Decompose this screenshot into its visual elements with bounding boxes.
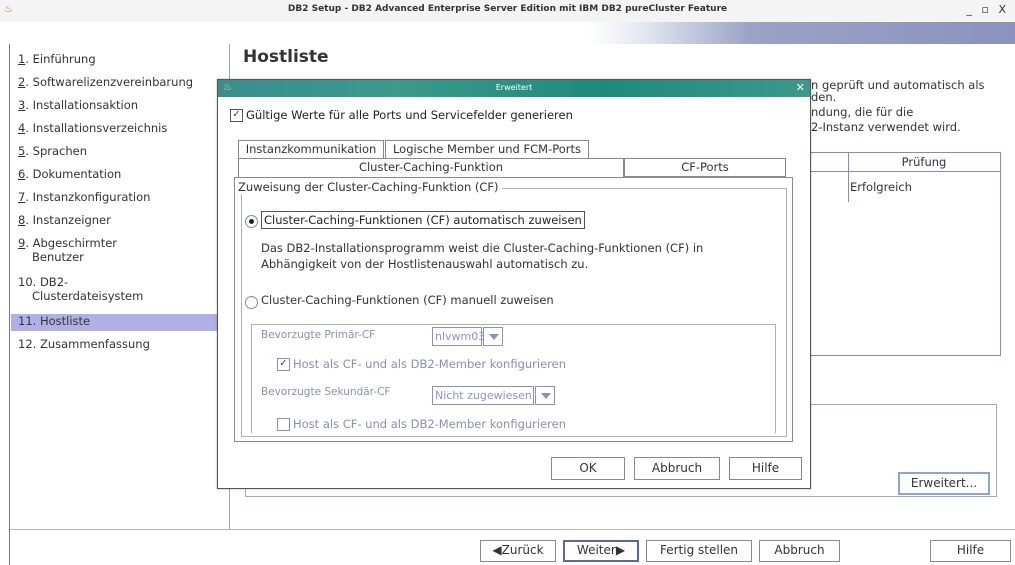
cancel-button[interactable]: Abbruch — [759, 540, 840, 562]
generate-ports-checkbox[interactable]: ✓ — [230, 109, 243, 122]
primary-member-label: Host als CF- und als DB2-Member konfigur… — [293, 357, 567, 371]
back-button[interactable]: ◀Zurück — [480, 540, 556, 562]
tab-content-panel: Zuweisung der Cluster-Caching-Funktion (… — [234, 177, 793, 442]
auto-assign-radio[interactable] — [245, 215, 258, 228]
nav-item-documentation[interactable]: 6. Dokumentation — [18, 167, 121, 181]
window-title: DB2 Setup - DB2 Advanced Enterprise Serv… — [287, 4, 728, 14]
tab-cluster-caching[interactable]: Cluster-Caching-Funktion — [238, 158, 624, 177]
auto-assign-label[interactable]: Cluster-Caching-Funktionen (CF) automati… — [261, 211, 585, 229]
nav-item-hostlist[interactable]: 11. Hostliste — [11, 314, 229, 331]
auto-assign-description-2: Abhängigkeit von der Hostlistenauswahl a… — [261, 257, 589, 271]
group-title: Zuweisung der Cluster-Caching-Funktion (… — [235, 180, 502, 194]
nav-item-summary[interactable]: 12. Zusammenfassung — [18, 337, 150, 351]
chevron-down-icon[interactable] — [483, 327, 503, 346]
page-description-4: 2-Instanz verwendet wird. — [811, 120, 961, 134]
tab-logical-members[interactable]: Logische Member und FCM-Ports — [385, 140, 589, 158]
nav-item-fenced-user[interactable]: 9. Abgeschirmter Benutzer — [18, 236, 117, 264]
tab-cf-ports[interactable]: CF-Ports — [624, 158, 786, 177]
nav-item-instance-owner[interactable]: 8. Instanzeigner — [18, 213, 111, 227]
secondary-cf-label: Bevorzugte Sekundär-CF — [261, 386, 391, 398]
table-header-check[interactable]: Prüfung — [848, 155, 1000, 169]
nav-item-introduction[interactable]: 1. Einführung — [18, 52, 96, 66]
help-button[interactable]: Hilfe — [930, 540, 1011, 562]
advanced-dialog: ♨ Erweitert ✕ ✓ Gültige Werte für alle P… — [217, 79, 811, 489]
nav-item-cluster-fs[interactable]: 10. DB2- Clusterdateisystem — [18, 275, 143, 303]
finish-button[interactable]: Fertig stellen — [646, 540, 752, 562]
nav-item-languages[interactable]: 5. Sprachen — [18, 144, 87, 158]
dialog-titlebar: ♨ Erweitert ✕ — [218, 80, 810, 97]
close-icon[interactable]: ✕ — [796, 81, 805, 94]
primary-member-checkbox[interactable]: ✓ — [277, 358, 290, 371]
footer-divider — [10, 529, 1015, 530]
header-banner — [0, 22, 1015, 44]
manual-assign-label[interactable]: Cluster-Caching-Funktionen (CF) manuell … — [261, 293, 554, 307]
page-description-3: ndung, die für die — [811, 105, 914, 119]
dialog-help-button[interactable]: Hilfe — [729, 457, 802, 480]
dialog-cancel-button[interactable]: Abbruch — [634, 457, 720, 480]
nav-item-install-dir[interactable]: 4. Installationsverzeichnis — [18, 121, 167, 135]
nav-item-instance-config[interactable]: 7. Instanzkonfiguration — [18, 190, 150, 204]
chevron-down-icon[interactable] — [535, 386, 555, 405]
secondary-member-label: Host als CF- und als DB2-Member konfigur… — [293, 417, 567, 431]
auto-assign-description-1: Das DB2-Installationsprogramm weist die … — [261, 241, 704, 255]
window-controls[interactable]: _ ▫ X — [967, 3, 1009, 16]
secondary-cf-select[interactable]: Nicht zugewiesen — [432, 386, 555, 405]
advanced-button[interactable]: Erweitert... — [898, 472, 990, 495]
dialog-ok-button[interactable]: OK — [551, 457, 625, 480]
window-titlebar: ♨ DB2 Setup - DB2 Advanced Enterprise Se… — [0, 0, 1015, 23]
tab-instance-communication[interactable]: Instanzkommunikation — [238, 140, 384, 158]
page-description-2: den. — [811, 90, 837, 104]
page-description-1: n geprüft und automatisch als — [811, 78, 985, 92]
generate-ports-label: Gültige Werte für alle Ports und Service… — [246, 108, 573, 122]
left-border — [9, 44, 10, 565]
page-title: Hostliste — [243, 47, 329, 67]
secondary-member-checkbox[interactable] — [277, 418, 290, 431]
manual-assign-radio[interactable] — [245, 296, 258, 309]
nav-item-license[interactable]: 2. Softwarelizenzvereinbarung — [18, 75, 193, 89]
table-cell-status: Erfolgreich — [850, 180, 912, 194]
primary-cf-select[interactable]: nlvwm03 — [432, 327, 503, 346]
next-button[interactable]: Weiter▶ — [563, 540, 639, 562]
dialog-title: Erweitert — [495, 83, 533, 92]
host-table[interactable]: Prüfung Erfolgreich — [810, 152, 1001, 356]
nav-item-install-action[interactable]: 3. Installationsaktion — [18, 98, 138, 112]
primary-cf-label: Bevorzugte Primär-CF — [261, 329, 376, 341]
